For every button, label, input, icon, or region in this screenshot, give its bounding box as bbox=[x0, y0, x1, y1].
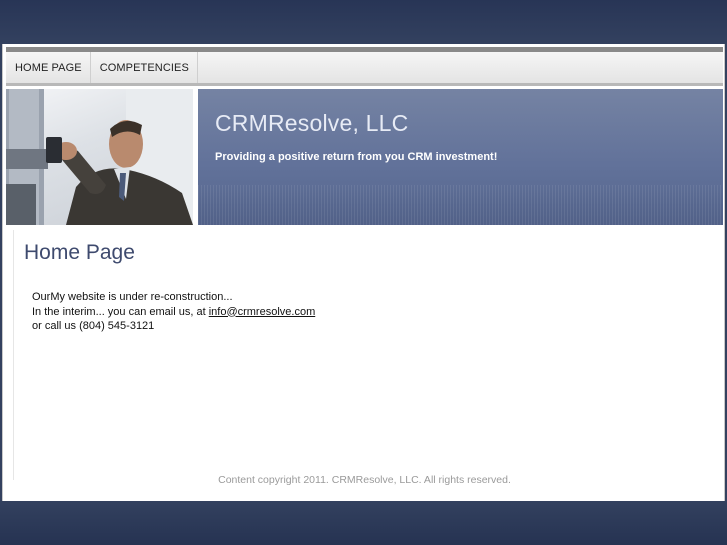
email-prefix: In the interim... you can email us, at bbox=[32, 305, 209, 318]
email-link[interactable]: info@crmresolve.com bbox=[209, 306, 316, 318]
nav-item-home-page[interactable]: HOME PAGE bbox=[6, 52, 91, 83]
main-content: Home Page OurMy website is under re-cons… bbox=[13, 230, 722, 480]
site-tagline: Providing a positive return from you CRM… bbox=[215, 151, 498, 163]
header-panel: CRMResolve, LLC Providing a positive ret… bbox=[198, 89, 723, 225]
body-line-2: In the interim... you can email us, at i… bbox=[32, 305, 315, 320]
site-title: CRMResolve, LLC bbox=[215, 110, 409, 136]
body-text: OurMy website is under re-construction..… bbox=[32, 290, 315, 334]
main-nav: HOME PAGE COMPETENCIES bbox=[6, 52, 723, 86]
businessman-photo bbox=[6, 89, 193, 225]
page-container: HOME PAGE COMPETENCIES CRMResolve, LLC P… bbox=[2, 44, 725, 501]
footer-copyright: Content copyright 2011. CRMResolve, LLC.… bbox=[218, 474, 511, 486]
body-line-3: or call us (804) 545-3121 bbox=[32, 320, 155, 332]
body-line-1: OurMy website is under re-construction..… bbox=[32, 291, 233, 303]
header-banner: CRMResolve, LLC Providing a positive ret… bbox=[6, 89, 723, 225]
nav-item-competencies[interactable]: COMPETENCIES bbox=[91, 52, 198, 83]
businessman-image bbox=[6, 89, 193, 225]
page-title: Home Page bbox=[24, 241, 135, 264]
